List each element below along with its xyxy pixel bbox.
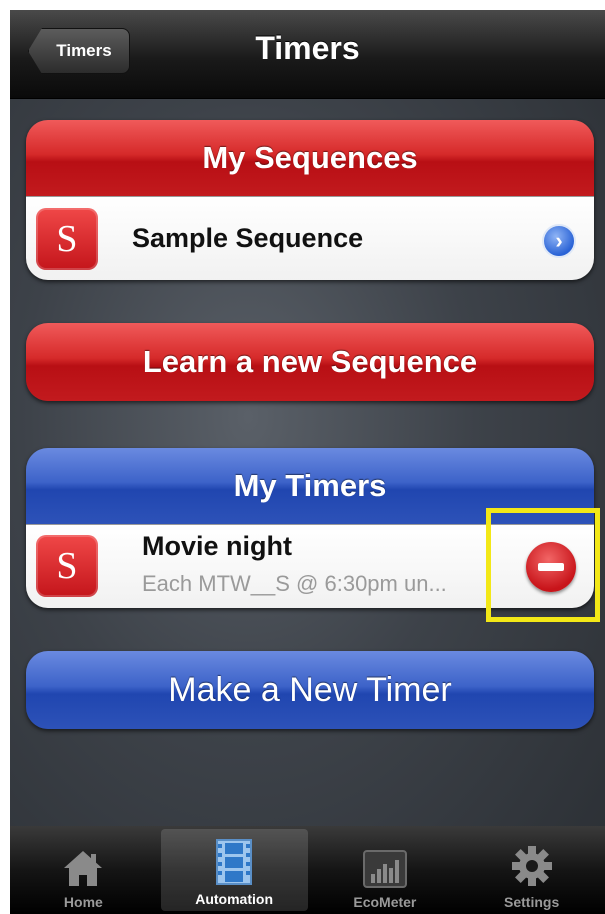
make-new-timer-button[interactable]: Make a New Timer bbox=[26, 651, 594, 729]
tab-automation[interactable]: Automation bbox=[160, 829, 308, 911]
home-icon bbox=[64, 851, 103, 886]
sequence-badge-icon: S bbox=[36, 208, 98, 270]
tab-settings-label: Settings bbox=[504, 894, 560, 910]
app-screen: Timers Timers My Sequences S Sample Sequ… bbox=[10, 10, 605, 914]
highlight-box bbox=[486, 508, 600, 622]
timer-badge-icon: S bbox=[36, 535, 98, 597]
tab-ecometer-label: EcoMeter bbox=[353, 894, 417, 910]
gear-icon bbox=[511, 846, 552, 886]
tab-automation-label: Automation bbox=[195, 891, 273, 907]
page-title: Timers bbox=[255, 30, 360, 66]
tab-bar: Home Automation EcoMeter Settings bbox=[10, 826, 605, 914]
timer-schedule: Each MTW__S @ 6:30pm un... bbox=[142, 571, 447, 596]
film-icon bbox=[216, 839, 253, 885]
navigation-bar: Timers Timers bbox=[10, 10, 605, 99]
sequence-row[interactable]: S Sample Sequence › bbox=[26, 196, 594, 280]
learn-sequence-button[interactable]: Learn a new Sequence bbox=[26, 323, 594, 401]
sequence-title: Sample Sequence bbox=[132, 223, 364, 253]
sequences-panel: My Sequences S Sample Sequence › bbox=[26, 120, 594, 280]
tab-home-label: Home bbox=[63, 894, 103, 910]
tab-ecometer[interactable]: EcoMeter bbox=[312, 826, 459, 914]
bar-meter-icon bbox=[362, 850, 407, 888]
disclosure-arrow-icon[interactable]: › bbox=[542, 224, 576, 258]
sequences-header: My Sequences bbox=[26, 120, 594, 196]
tab-home[interactable]: Home bbox=[10, 826, 157, 914]
tab-settings[interactable]: Settings bbox=[458, 826, 605, 914]
timer-title: Movie night bbox=[142, 531, 292, 561]
